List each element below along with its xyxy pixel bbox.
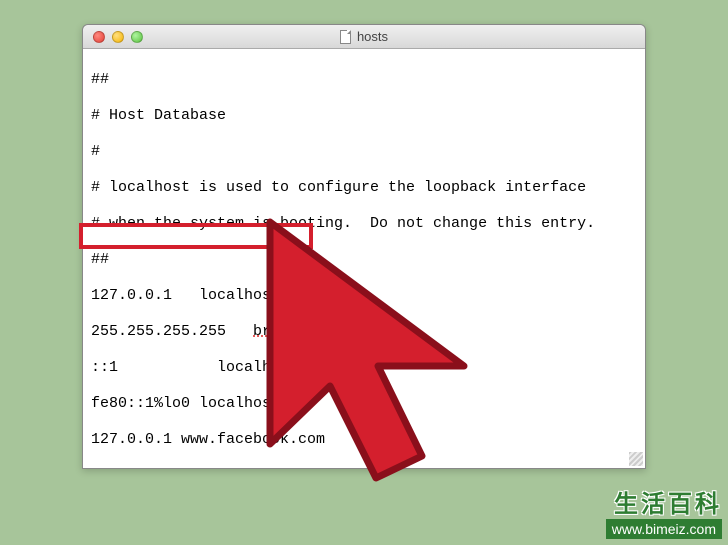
- maximize-icon[interactable]: [131, 31, 143, 43]
- minimize-icon[interactable]: [112, 31, 124, 43]
- editor-line: ::1 localhost: [91, 359, 637, 377]
- window-title: hosts: [357, 29, 388, 44]
- watermark-text-2: www.bimeiz.com: [606, 519, 722, 539]
- titlebar[interactable]: hosts: [83, 25, 645, 49]
- editor-line: ##: [91, 251, 637, 269]
- editor-line: fe80::1%lo0 localhost: [91, 395, 637, 413]
- text-editor-content[interactable]: ## # Host Database # # localhost is used…: [83, 49, 645, 507]
- watermark-text-1: 生活百科: [606, 484, 722, 519]
- editor-line: ##: [91, 71, 637, 89]
- resize-handle-icon[interactable]: [629, 452, 643, 466]
- editor-line: 127.0.0.1 localhost: [91, 287, 637, 305]
- window-title-area: hosts: [83, 29, 645, 44]
- editor-line: #: [91, 143, 637, 161]
- editor-line: # when the system is booting. Do not cha…: [91, 215, 637, 233]
- close-icon[interactable]: [93, 31, 105, 43]
- spellcheck-token: broadcasthost: [253, 323, 370, 340]
- editor-window: hosts ## # Host Database # # localhost i…: [82, 24, 646, 469]
- editor-line: 127.0.0.1 www.facebook.com: [91, 431, 637, 449]
- traffic-lights: [83, 31, 143, 43]
- editor-line: # localhost is used to configure the loo…: [91, 179, 637, 197]
- editor-line: # Host Database: [91, 107, 637, 125]
- watermark: 生活百科 www.bimeiz.com: [606, 484, 722, 539]
- document-icon: [340, 30, 351, 44]
- editor-line: 255.255.255.255 broadcasthost: [91, 323, 637, 341]
